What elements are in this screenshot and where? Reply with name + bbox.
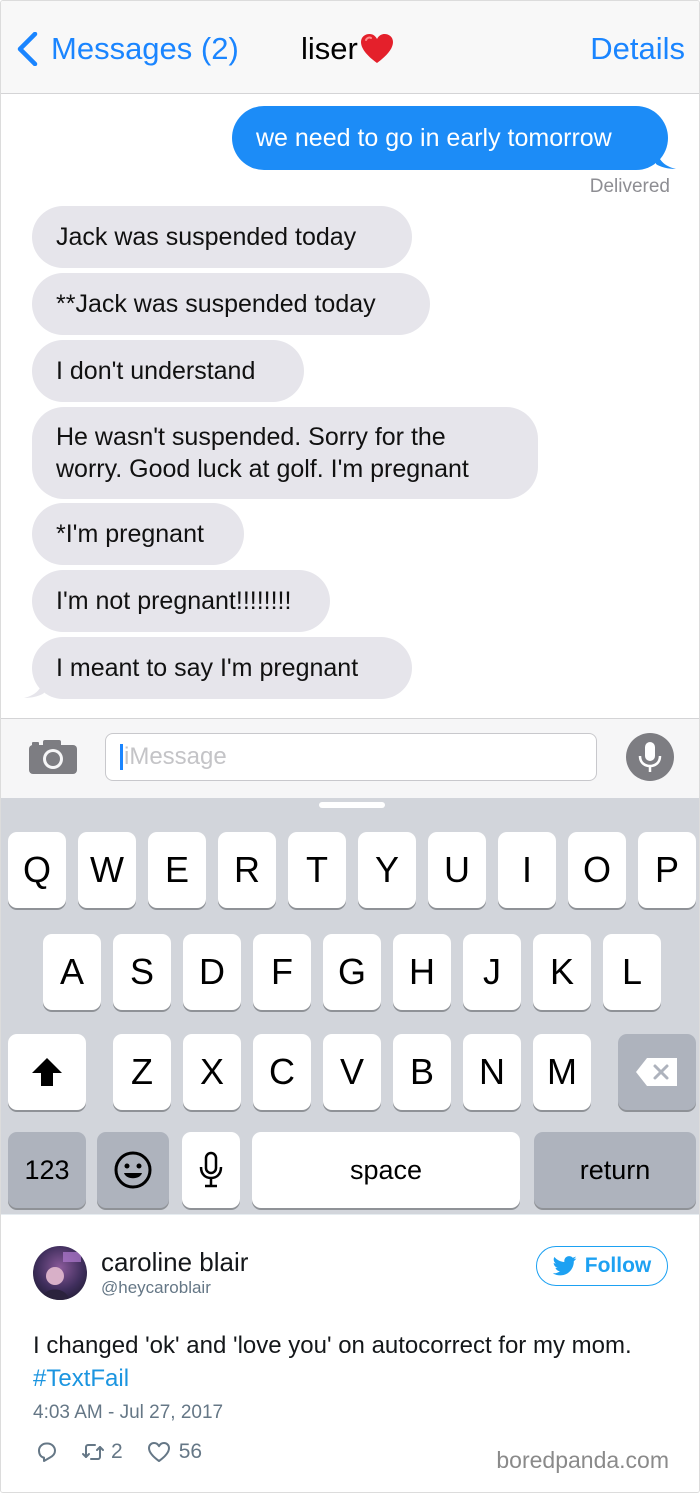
retweet-count: 2	[111, 1440, 123, 1463]
key-r[interactable]: R	[218, 832, 276, 908]
message-text: I meant to say I'm pregnant	[56, 654, 359, 682]
numbers-key[interactable]: 123	[8, 1132, 86, 1208]
message-text: I don't understand	[56, 357, 256, 385]
tweet-text: I changed 'ok' and 'love you' on autocor…	[33, 1329, 673, 1395]
navigation-bar: Messages (2) liser Details	[1, 1, 699, 94]
key-g[interactable]: G	[323, 934, 381, 1010]
key-k[interactable]: K	[533, 934, 591, 1010]
bubble-tail	[24, 677, 44, 698]
message-text: Jack was suspended today	[56, 223, 357, 251]
shift-icon	[32, 1058, 62, 1086]
contact-name[interactable]: liser	[301, 31, 394, 67]
key-o[interactable]: O	[568, 832, 626, 908]
key-l[interactable]: L	[603, 934, 661, 1010]
key-e[interactable]: E	[148, 832, 206, 908]
key-f[interactable]: F	[253, 934, 311, 1010]
key-u[interactable]: U	[428, 832, 486, 908]
reply-button[interactable]	[35, 1440, 59, 1464]
input-placeholder: iMessage	[124, 743, 227, 770]
key-n[interactable]: N	[463, 1034, 521, 1110]
incoming-message[interactable]: He wasn't suspended. Sorry for the worry…	[32, 407, 538, 499]
like-count: 56	[178, 1440, 203, 1463]
key-h[interactable]: H	[393, 934, 451, 1010]
incoming-message[interactable]: *I'm pregnant	[32, 503, 244, 565]
heart-icon	[360, 34, 393, 63]
microphone-icon[interactable]	[626, 733, 674, 781]
tweet-actions: 2 56	[35, 1437, 202, 1467]
tweet-body: I changed 'ok' and 'love you' on autocor…	[33, 1332, 632, 1359]
shift-key[interactable]	[8, 1034, 86, 1110]
screenshot-frame: Messages (2) liser Details we need to go…	[0, 0, 700, 1493]
message-text-line: He wasn't suspended. Sorry for the	[56, 423, 446, 451]
bubble-tail	[656, 148, 676, 169]
back-button[interactable]: Messages (2)	[15, 27, 239, 71]
return-key[interactable]: return	[534, 1132, 696, 1208]
key-j[interactable]: J	[463, 934, 521, 1010]
key-z[interactable]: Z	[113, 1034, 171, 1110]
tweet-timestamp[interactable]: 4:03 AM - Jul 27, 2017	[33, 1402, 223, 1424]
twitter-bird-icon	[552, 1256, 577, 1276]
key-i[interactable]: I	[498, 832, 556, 908]
reply-icon	[38, 1442, 56, 1462]
keyboard: Q W E R T Y U I O P A S D F G H J K L Z …	[1, 798, 699, 1214]
retweet-icon	[82, 1444, 104, 1460]
tweet-card: caroline blair @heycaroblair Follow I ch…	[1, 1214, 699, 1492]
key-v[interactable]: V	[323, 1034, 381, 1110]
backspace-icon	[636, 1058, 677, 1086]
incoming-message[interactable]: Jack was suspended today	[32, 206, 412, 268]
text-caret	[120, 744, 123, 770]
emoji-key[interactable]	[97, 1132, 169, 1208]
key-s[interactable]: S	[113, 934, 171, 1010]
key-p[interactable]: P	[638, 832, 696, 908]
camera-icon[interactable]	[28, 739, 78, 775]
emoji-icon	[114, 1151, 152, 1189]
key-d[interactable]: D	[183, 934, 241, 1010]
contact-label: liser	[301, 31, 358, 66]
incoming-message[interactable]: I meant to say I'm pregnant	[24, 637, 412, 699]
message-text: I'm not pregnant!!!!!!!!	[56, 587, 292, 615]
avatar[interactable]	[33, 1246, 87, 1300]
avatar-image	[33, 1246, 87, 1300]
author-name[interactable]: caroline blair	[101, 1247, 248, 1278]
back-label: Messages (2)	[51, 31, 239, 66]
retweet-button[interactable]: 2	[81, 1440, 123, 1464]
key-a[interactable]: A	[43, 934, 101, 1010]
message-input[interactable]: iMessage	[105, 733, 597, 781]
message-text: we need to go in early tomorrow	[256, 124, 612, 152]
follow-button[interactable]: Follow	[536, 1246, 668, 1286]
message-text-line: worry. Good luck at golf. I'm pregnant	[56, 455, 469, 483]
key-c[interactable]: C	[253, 1034, 311, 1110]
dictation-icon	[199, 1151, 223, 1188]
dictation-key[interactable]	[182, 1132, 240, 1208]
key-t[interactable]: T	[288, 832, 346, 908]
incoming-message[interactable]: I'm not pregnant!!!!!!!!	[32, 570, 330, 632]
chevron-left-icon	[17, 32, 38, 66]
follow-label: Follow	[584, 1254, 652, 1277]
watermark: boredpanda.com	[496, 1447, 669, 1473]
author-handle[interactable]: @heycaroblair	[101, 1278, 211, 1298]
key-q[interactable]: Q	[8, 832, 66, 908]
space-key[interactable]: space	[252, 1132, 520, 1208]
message-input-bar: iMessage	[1, 718, 699, 799]
message-text: *I'm pregnant	[56, 520, 204, 548]
incoming-message[interactable]: I don't understand	[32, 340, 304, 402]
outgoing-message[interactable]: we need to go in early tomorrow	[232, 106, 676, 170]
key-w[interactable]: W	[78, 832, 136, 908]
details-button[interactable]: Details	[590, 31, 685, 67]
backspace-key[interactable]	[618, 1034, 696, 1110]
delivered-status: Delivered	[589, 176, 670, 197]
key-b[interactable]: B	[393, 1034, 451, 1110]
like-button[interactable]: 56	[147, 1440, 202, 1464]
hashtag-link[interactable]: #TextFail	[33, 1365, 129, 1392]
conversation: we need to go in early tomorrow Delivere…	[1, 94, 699, 718]
key-y[interactable]: Y	[358, 832, 416, 908]
key-m[interactable]: M	[533, 1034, 591, 1110]
message-text: **Jack was suspended today	[56, 290, 376, 318]
incoming-message[interactable]: **Jack was suspended today	[32, 273, 430, 335]
key-x[interactable]: X	[183, 1034, 241, 1110]
keyboard-handle	[319, 802, 385, 808]
like-icon	[147, 1442, 170, 1462]
